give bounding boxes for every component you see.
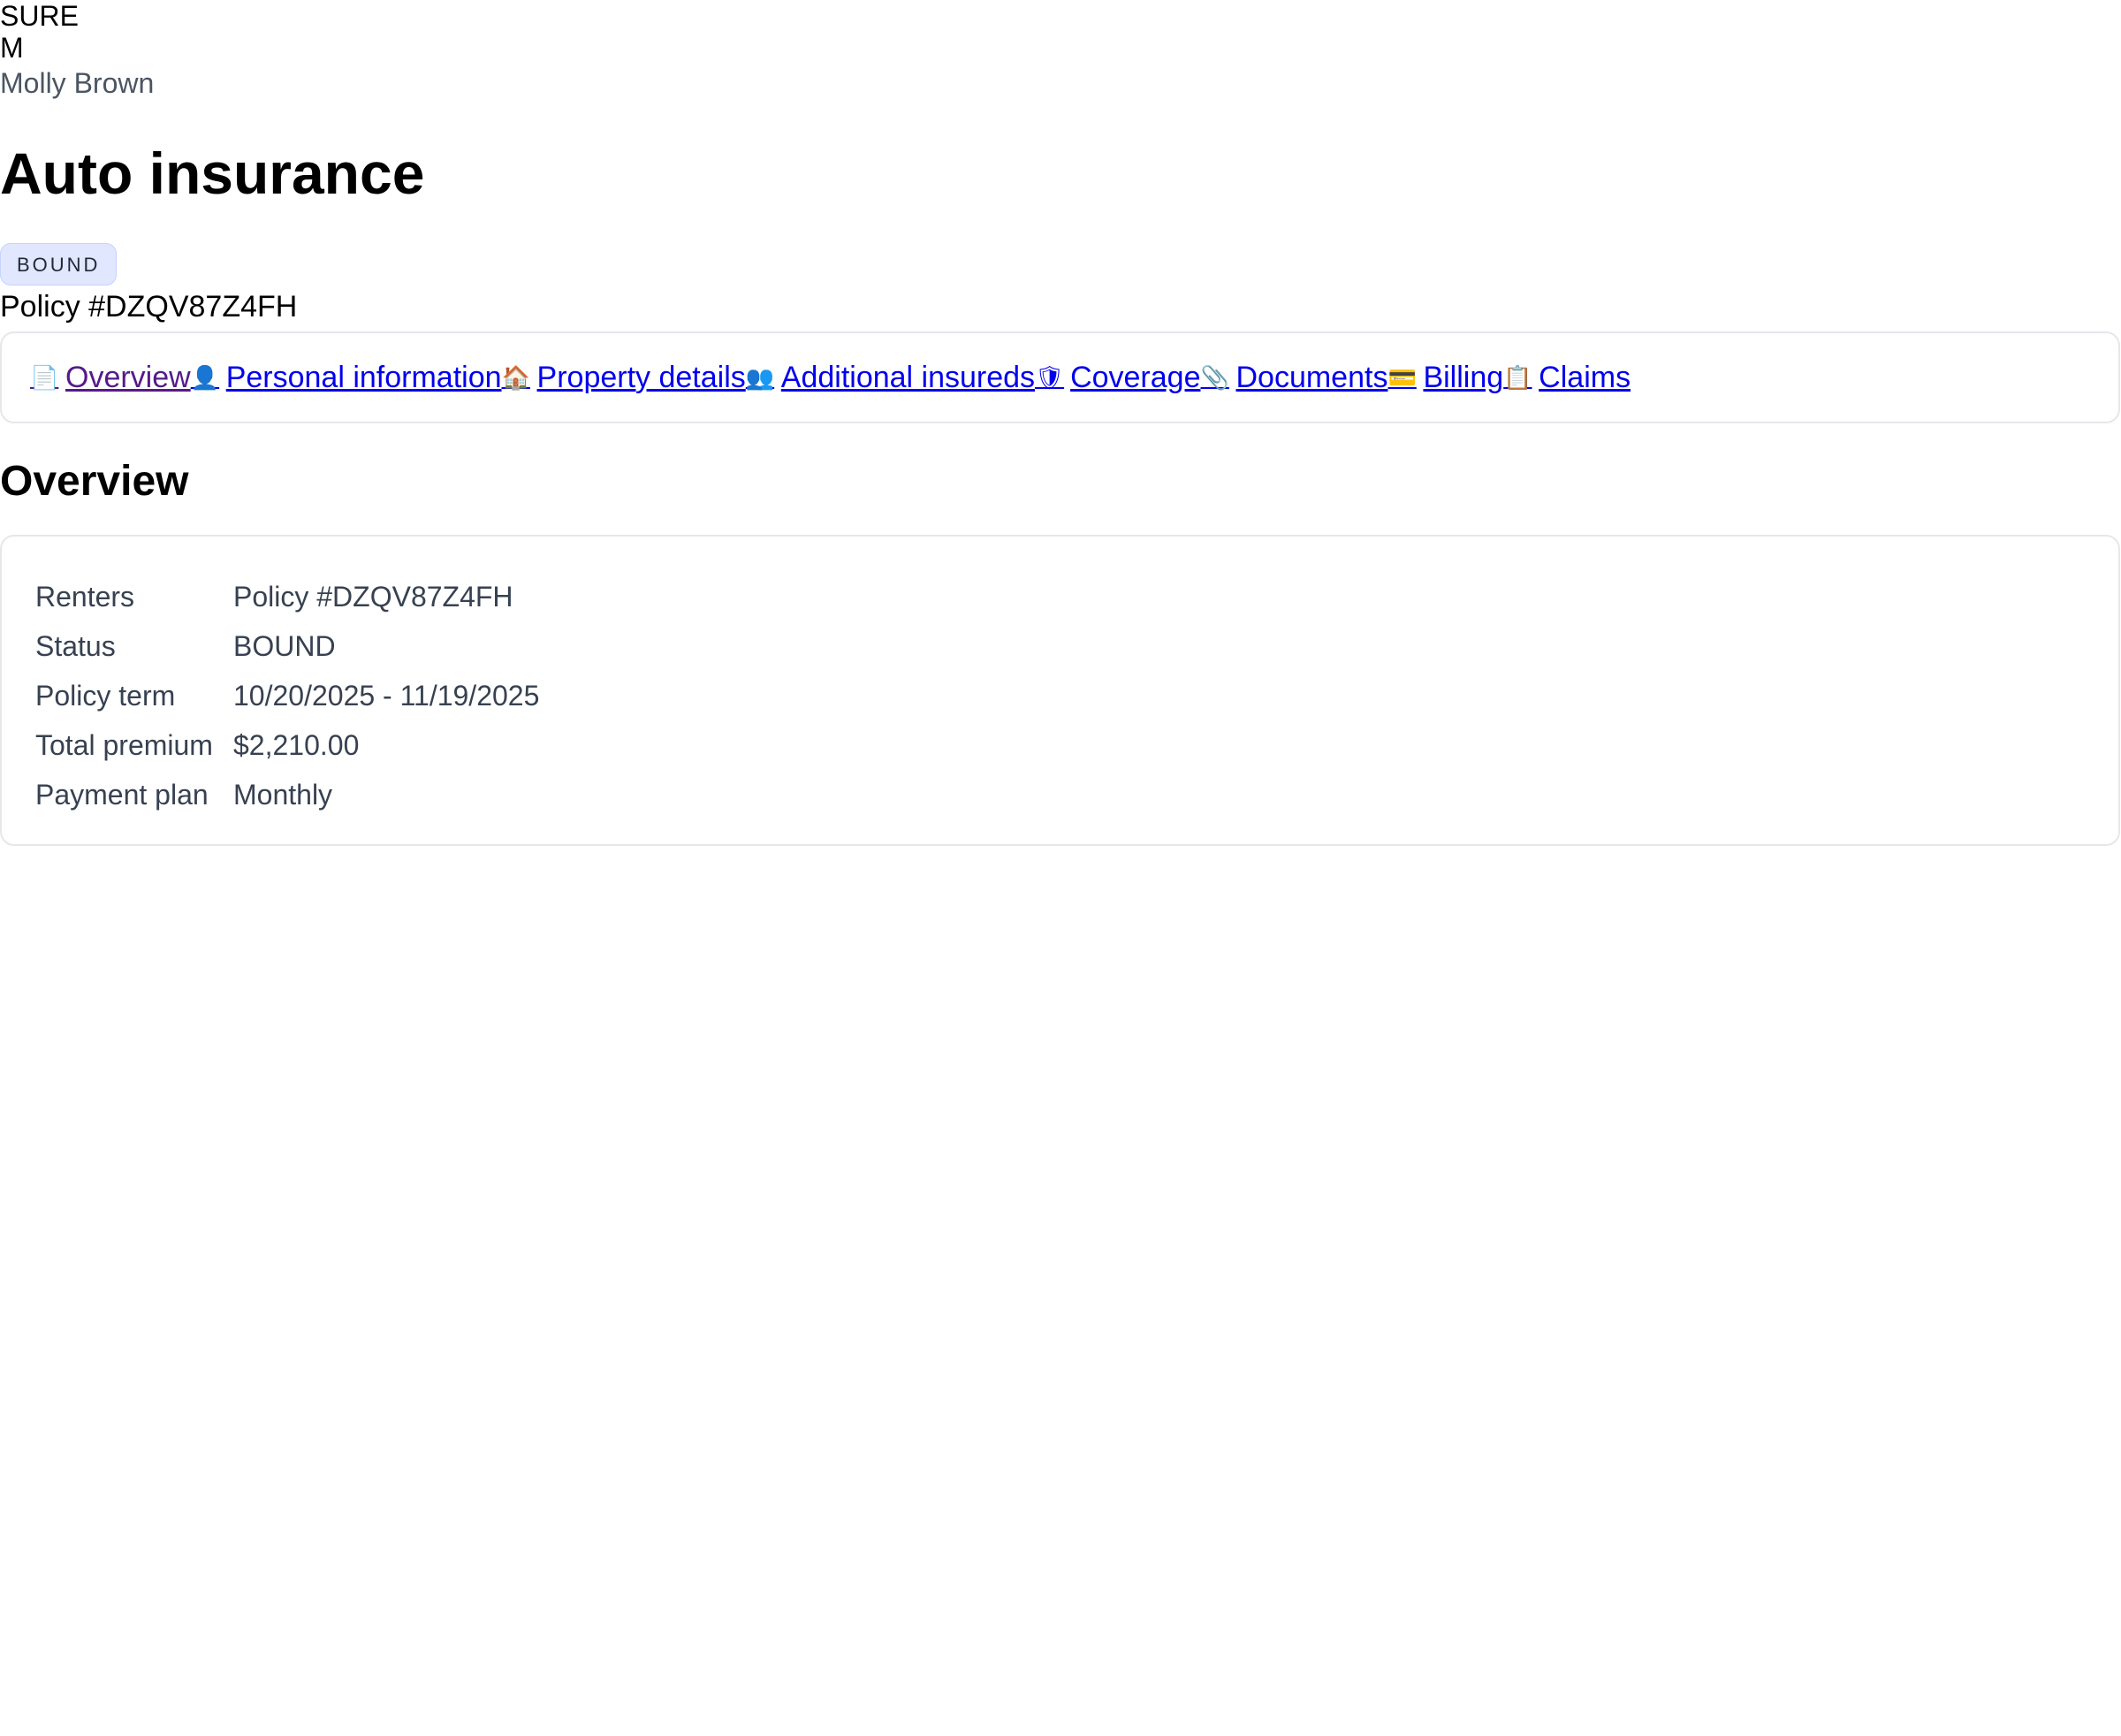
tab-label: Claims [1539,360,1631,394]
tab-label: Additional insureds [780,360,1036,394]
overview-value: $2,210.00 [233,728,360,761]
overview-value: Policy #DZQV87Z4FH [233,580,513,613]
overview-value: Monthly [233,778,333,811]
house-icon: 🏠 [501,364,530,391]
tab-label: Personal information [225,360,502,394]
person-icon: 👤 [190,364,220,391]
tab-label: Coverage [1070,360,1201,394]
overview-label: Renters [35,580,135,613]
avatar[interactable]: M [0,32,2121,64]
overview-value: 10/20/2025 - 11/19/2025 [233,679,540,712]
tab-coverage[interactable]: 🛡 Coverage [1035,361,1200,395]
overview-row: Status BOUND [35,621,2118,671]
overview-label: Total premium [35,728,213,761]
tab-label: Documents [1235,360,1388,394]
overview-row: Policy term 10/20/2025 - 11/19/2025 [35,671,2118,720]
overview-label: Policy term [35,679,176,712]
overview-row: Renters Policy #DZQV87Z4FH [35,572,2118,621]
credit-card-icon: 💳 [1387,364,1417,391]
brand-logo[interactable]: SURE [0,0,2121,32]
overview-label: Status [35,629,116,662]
policy-page: SURE M Molly Brown Auto insurance BOUND … [0,0,2121,1736]
policy-tabs-nav: 📄 Overview 👤 Personal information 🏠 Prop… [0,331,2120,423]
tab-label: Property details [536,360,746,394]
section-title: Overview [0,458,189,505]
tab-label: Overview [65,360,191,394]
tab-overview[interactable]: 📄 Overview [30,361,191,395]
paperclip-icon: 📎 [1200,364,1229,391]
overview-value: BOUND [233,629,336,662]
tab-additional-insureds[interactable]: 👥 Additional insureds [746,361,1035,395]
clipboard-icon: 📋 [1503,364,1532,391]
tab-billing[interactable]: 💳 Billing [1387,361,1503,395]
overview-row: Payment plan Monthly [35,770,2118,819]
document-icon: 📄 [30,364,59,391]
tab-property-details[interactable]: 🏠 Property details [502,361,746,395]
shield-icon: 🛡 [1035,364,1065,391]
tab-documents[interactable]: 📎 Documents [1200,361,1387,395]
policy-number: Policy #DZQV87Z4FH [0,290,298,324]
overview-card: Renters Policy #DZQV87Z4FH Status BOUND … [0,535,2120,846]
people-icon: 👥 [745,364,775,391]
overview-label: Payment plan [35,778,209,811]
page-title: Auto insurance [0,141,425,206]
status-badge: BOUND [0,243,118,286]
tab-claims[interactable]: 📋 Claims [1503,361,1631,395]
overview-row: Total premium $2,210.00 [35,720,2118,770]
tab-personal-information[interactable]: 👤 Personal information [191,361,502,395]
tab-label: Billing [1423,360,1504,394]
user-name: Molly Brown [0,67,155,99]
